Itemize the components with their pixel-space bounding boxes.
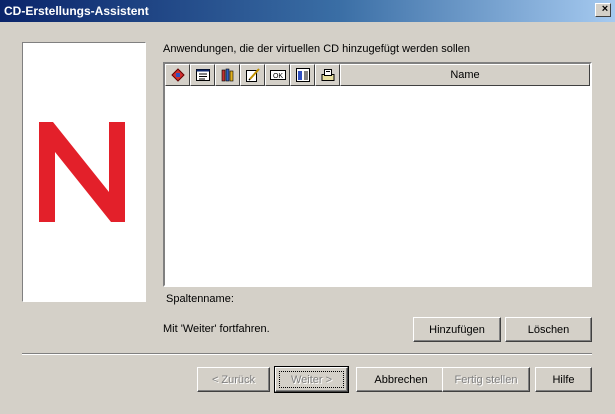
edit-icon bbox=[245, 68, 260, 82]
column-properties-icon[interactable] bbox=[190, 64, 215, 86]
column-books-icon[interactable] bbox=[215, 64, 240, 86]
window-title: CD-Erstellungs-Assistent bbox=[4, 4, 149, 18]
spaltenname-label: Spaltenname: bbox=[166, 293, 234, 305]
svg-text:OK: OK bbox=[272, 73, 282, 80]
column-application-icon[interactable] bbox=[165, 64, 190, 86]
applications-list[interactable]: OK Name bbox=[163, 62, 592, 287]
logo-panel bbox=[22, 42, 146, 302]
column-name-label: Name bbox=[450, 69, 480, 81]
column-name[interactable]: Name bbox=[340, 64, 590, 86]
continue-hint: Mit 'Weiter' fortfahren. bbox=[163, 323, 270, 335]
help-button[interactable]: Hilfe bbox=[535, 367, 592, 392]
add-button[interactable]: Hinzufügen bbox=[413, 317, 501, 342]
ok-icon: OK bbox=[269, 70, 286, 80]
list-heading: Anwendungen, die der virtuellen CD hinzu… bbox=[163, 43, 470, 55]
separator-line bbox=[22, 353, 592, 355]
finish-button[interactable]: Fertig stellen bbox=[442, 367, 530, 392]
column-ok-icon[interactable]: OK bbox=[265, 64, 290, 86]
close-button[interactable]: × bbox=[595, 3, 611, 17]
cancel-button[interactable]: Abbrechen bbox=[356, 367, 446, 392]
title-bar: CD-Erstellungs-Assistent × bbox=[0, 0, 615, 22]
back-button[interactable]: < Zurück bbox=[197, 367, 270, 392]
column-group-icon[interactable] bbox=[290, 64, 315, 86]
next-button[interactable]: Weiter > bbox=[274, 366, 349, 393]
list-header: OK Name bbox=[165, 64, 590, 86]
column-edit-icon[interactable] bbox=[240, 64, 265, 86]
books-icon bbox=[221, 68, 233, 82]
wizard-window: CD-Erstellungs-Assistent × Anwendungen, … bbox=[0, 0, 615, 414]
group-icon bbox=[295, 68, 310, 82]
close-icon: × bbox=[601, 3, 609, 15]
column-export-icon[interactable] bbox=[315, 64, 340, 86]
delete-button[interactable]: Löschen bbox=[505, 317, 592, 342]
application-icon bbox=[170, 68, 185, 82]
novell-n-logo bbox=[39, 122, 125, 222]
export-icon bbox=[321, 69, 334, 81]
properties-icon bbox=[195, 69, 210, 81]
